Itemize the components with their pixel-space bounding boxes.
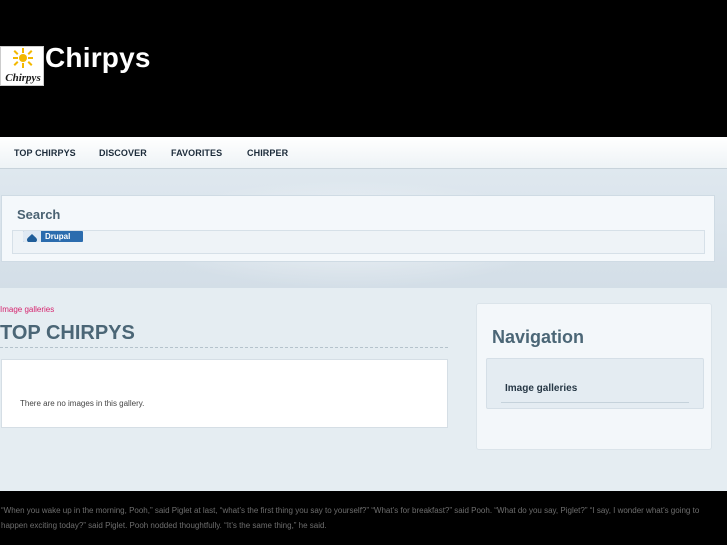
site-logo[interactable]: Chirpys [0, 46, 44, 86]
sidebar-title: Navigation [492, 327, 585, 347]
site-footer: “When you wake up in the morning, Pooh,”… [0, 491, 727, 545]
footer-quote: “When you wake up in the morning, Pooh,”… [1, 506, 700, 530]
sidebar-divider [501, 402, 689, 403]
search-block: Search Drupal [1, 195, 715, 262]
gallery-empty-message: There are no images in this gallery. [20, 399, 145, 408]
site-header: Chirpys Chirpys [0, 0, 727, 137]
logo-wordmark: Chirpys [5, 72, 40, 84]
drupal-badge-label: Drupal [45, 232, 71, 241]
drupal-drop-icon [23, 231, 41, 242]
drupal-badge[interactable]: Drupal [23, 231, 83, 242]
search-content: Drupal [12, 230, 705, 254]
sun-logo-icon: Chirpys [5, 48, 41, 84]
page-title: TOP CHIRPYS [0, 322, 448, 348]
site-name[interactable]: Chirpys [45, 42, 151, 74]
search-title: Search [17, 207, 61, 222]
nav-item-top-chirpys[interactable]: TOP CHIRPYS [14, 148, 76, 158]
breadcrumb[interactable]: Image galleries [0, 305, 54, 314]
primary-nav: TOP CHIRPYS DISCOVER FAVORITES CHIRPER [0, 137, 727, 169]
nav-item-discover[interactable]: DISCOVER [99, 148, 147, 158]
gallery-box: There are no images in this gallery. [1, 359, 448, 428]
nav-item-chirper[interactable]: CHIRPER [247, 148, 288, 158]
sidebar-menu: Image galleries [486, 358, 704, 409]
sidebar-link-image-galleries[interactable]: Image galleries [505, 383, 577, 394]
nav-item-favorites[interactable]: FAVORITES [171, 148, 222, 158]
sidebar-navigation: Navigation Image galleries [476, 303, 712, 450]
